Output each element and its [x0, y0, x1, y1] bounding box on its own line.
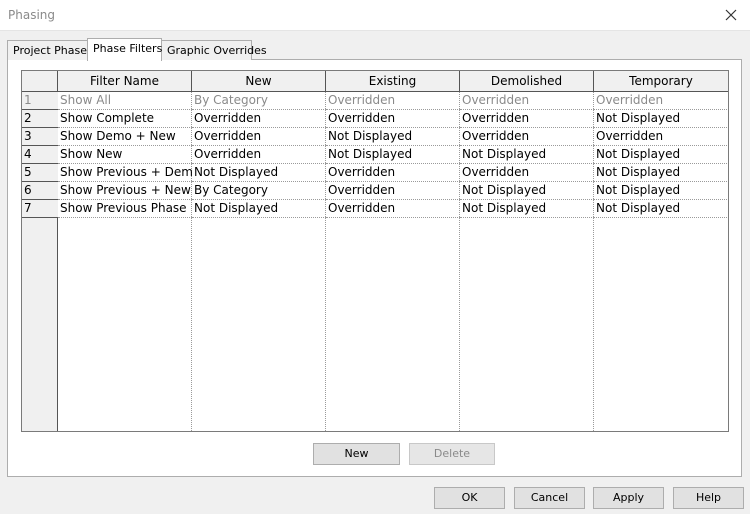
filter-value-cell[interactable]: Not Displayed: [192, 164, 326, 182]
filter-value-cell[interactable]: Overridden: [326, 182, 460, 200]
filter-value-cell[interactable]: By Category: [192, 182, 326, 200]
filter-value-cell[interactable]: Overridden: [326, 92, 460, 110]
filter-value-cell[interactable]: Not Displayed: [460, 182, 594, 200]
table-corner: [22, 71, 58, 92]
filter-value-cell[interactable]: By Category: [192, 92, 326, 110]
table-row[interactable]: 5 Show Previous + Demo Not Displayed Overri…: [22, 164, 728, 182]
title-bar: Phasing: [0, 0, 750, 31]
filter-value-cell[interactable]: Not Displayed: [594, 146, 728, 164]
table-row[interactable]: 6 Show Previous + New By Category Overridde…: [22, 182, 728, 200]
table-row[interactable]: 3 Show Demo + New Overridden Not Displayed O…: [22, 128, 728, 146]
cancel-button[interactable]: Cancel: [514, 487, 585, 509]
row-number[interactable]: 5: [22, 164, 58, 182]
filter-value-cell[interactable]: Overridden: [326, 200, 460, 218]
close-icon[interactable]: [720, 4, 742, 26]
filter-value-cell[interactable]: Overridden: [460, 128, 594, 146]
filter-value-cell[interactable]: Overridden: [460, 164, 594, 182]
delete-button[interactable]: Delete: [409, 443, 495, 465]
row-number[interactable]: 1: [22, 92, 58, 110]
row-number[interactable]: 6: [22, 182, 58, 200]
column-header[interactable]: Temporary: [594, 71, 728, 92]
filter-value-cell[interactable]: Overridden: [594, 128, 728, 146]
row-number[interactable]: 4: [22, 146, 58, 164]
new-button[interactable]: New: [313, 443, 400, 465]
apply-button[interactable]: Apply: [593, 487, 664, 509]
column-header[interactable]: New: [192, 71, 326, 92]
filter-value-cell[interactable]: Overridden: [192, 128, 326, 146]
filter-name-cell[interactable]: Show Previous + New: [58, 182, 192, 200]
row-number[interactable]: 3: [22, 128, 58, 146]
filter-value-cell[interactable]: Not Displayed: [192, 200, 326, 218]
table-row[interactable]: 2 Show Complete Overridden Overridden Overri…: [22, 110, 728, 128]
filter-value-cell[interactable]: Overridden: [460, 110, 594, 128]
filter-value-cell[interactable]: Overridden: [460, 92, 594, 110]
filter-value-cell[interactable]: Not Displayed: [594, 110, 728, 128]
column-header[interactable]: Demolished: [460, 71, 594, 92]
window-title: Phasing: [8, 8, 56, 22]
filter-value-cell[interactable]: Not Displayed: [594, 164, 728, 182]
filter-value-cell[interactable]: Overridden: [326, 164, 460, 182]
filter-name-cell[interactable]: Show Complete: [58, 110, 192, 128]
table-row[interactable]: 7 Show Previous Phase Not Displayed Overrid…: [22, 200, 728, 218]
filter-value-cell[interactable]: Not Displayed: [460, 146, 594, 164]
column-header[interactable]: Existing: [326, 71, 460, 92]
tab-graphic-overrides[interactable]: Graphic Overrides: [161, 40, 267, 60]
table-row[interactable]: 4 Show New Overridden Not Displayed Not Disp…: [22, 146, 728, 164]
filter-value-cell[interactable]: Not Displayed: [594, 200, 728, 218]
phase-filters-table: Filter Name New Existing Demolished Temporar…: [21, 70, 729, 432]
tab-phase-filters[interactable]: Phase Filters: [87, 38, 162, 61]
ok-button[interactable]: OK: [434, 487, 505, 509]
row-number[interactable]: 2: [22, 110, 58, 128]
help-button[interactable]: Help: [673, 487, 744, 509]
filter-value-cell[interactable]: Not Displayed: [594, 182, 728, 200]
filter-name-cell[interactable]: Show Previous + Demo: [58, 164, 192, 182]
filter-name-cell[interactable]: Show Previous Phase: [58, 200, 192, 218]
row-number[interactable]: 7: [22, 200, 58, 218]
filter-value-cell[interactable]: Not Displayed: [326, 146, 460, 164]
filter-name-cell[interactable]: Show Demo + New: [58, 128, 192, 146]
tab-project-phases[interactable]: Project Phases: [7, 40, 93, 60]
filter-value-cell[interactable]: Overridden: [326, 110, 460, 128]
filter-name-cell[interactable]: Show New: [58, 146, 192, 164]
filter-value-cell[interactable]: Overridden: [594, 92, 728, 110]
filter-value-cell[interactable]: Not Displayed: [326, 128, 460, 146]
filter-name-cell[interactable]: Show All: [58, 92, 192, 110]
filter-value-cell[interactable]: Overridden: [192, 146, 326, 164]
filter-value-cell[interactable]: Not Displayed: [460, 200, 594, 218]
column-header[interactable]: Filter Name: [58, 71, 192, 92]
filter-value-cell[interactable]: Overridden: [192, 110, 326, 128]
table-row[interactable]: 1 Show All By Category Overridden Overridden…: [22, 92, 728, 110]
